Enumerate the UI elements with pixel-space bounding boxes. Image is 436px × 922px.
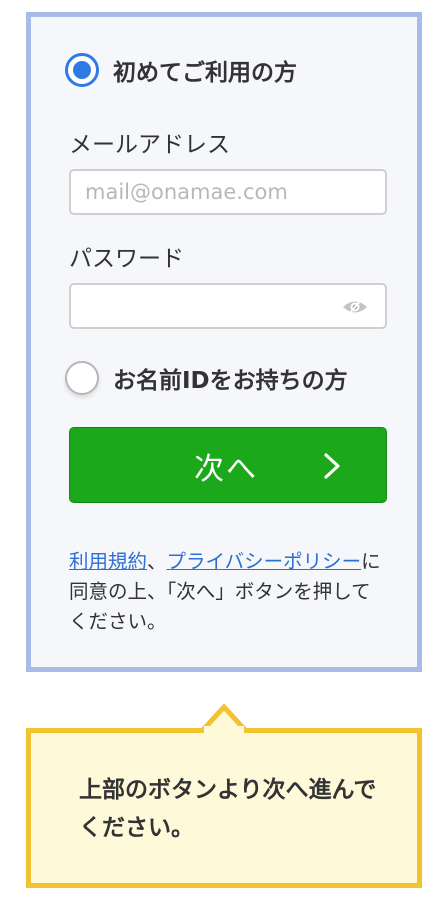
radio-unchecked-icon[interactable] — [65, 361, 99, 395]
existing-user-option[interactable]: お名前IDをお持ちの方 — [65, 361, 348, 395]
chevron-right-icon — [324, 453, 340, 479]
password-field[interactable] — [71, 285, 385, 327]
new-user-label: 初めてご利用の方 — [113, 60, 297, 86]
callout-text: 上部のボタンより次へ進んでください。 — [79, 777, 377, 841]
password-field-wrapper — [69, 283, 387, 329]
radio-checked-icon[interactable] — [65, 53, 99, 87]
password-label: パスワード — [69, 246, 184, 272]
email-field-wrapper — [69, 169, 387, 215]
page: 初めてご利用の方 メールアドレス パスワード お名前IDをお持ちの方 次へ — [0, 0, 436, 922]
terms-of-use-link[interactable]: 利用規約 — [69, 550, 147, 573]
new-user-option[interactable]: 初めてご利用の方 — [65, 53, 297, 87]
callout-arrow-fill — [204, 726, 244, 736]
next-button-label: 次へ — [194, 452, 258, 487]
privacy-policy-link[interactable]: プライバシーポリシー — [167, 550, 362, 573]
terms-separator: 、 — [147, 550, 167, 573]
email-label: メールアドレス — [69, 132, 230, 158]
email-field[interactable] — [71, 171, 385, 213]
eye-icon[interactable] — [341, 297, 369, 317]
existing-user-label: お名前IDをお持ちの方 — [113, 368, 348, 394]
terms-agreement-text: 利用規約、プライバシーポリシーに同意の上、「次へ」ボタンを押してください。 — [69, 547, 389, 637]
next-button[interactable]: 次へ — [69, 427, 387, 503]
registration-form-card: 初めてご利用の方 メールアドレス パスワード お名前IDをお持ちの方 次へ — [26, 12, 422, 672]
instruction-callout: 上部のボタンより次へ進んでください。 — [26, 728, 422, 888]
